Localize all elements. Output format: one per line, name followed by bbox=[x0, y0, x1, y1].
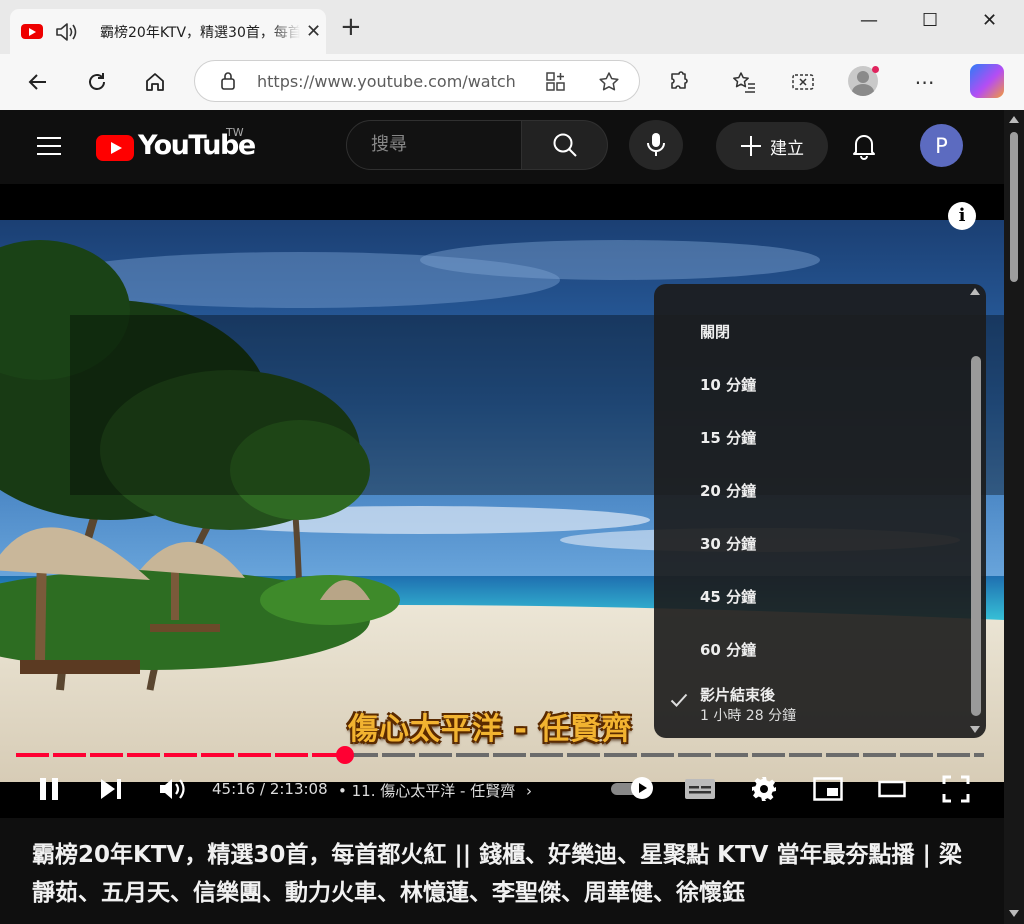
profile-notification-dot bbox=[872, 66, 879, 73]
youtube-logo-icon[interactable] bbox=[96, 135, 134, 161]
timer-option-15[interactable]: 15 分鐘 bbox=[654, 410, 974, 463]
pause-icon bbox=[40, 778, 58, 800]
option-label: 20 分鐘 bbox=[700, 482, 757, 500]
favorites-icon[interactable] bbox=[729, 67, 759, 97]
miniplayer-icon bbox=[813, 777, 843, 801]
timer-option-45[interactable]: 45 分鐘 bbox=[654, 569, 974, 622]
voice-search-button[interactable] bbox=[629, 120, 683, 170]
subtitles-button[interactable] bbox=[682, 772, 718, 806]
chapter-title[interactable]: • 11. 傷心太平洋 - 任賢齊 › bbox=[338, 780, 532, 801]
search-icon bbox=[553, 133, 577, 157]
new-tab-button[interactable]: + bbox=[340, 14, 362, 40]
close-window-button[interactable]: ✕ bbox=[982, 10, 997, 31]
option-label: 60 分鐘 bbox=[700, 641, 757, 659]
option-label: 10 分鐘 bbox=[700, 376, 757, 394]
chapter-label: • 11. 傷心太平洋 - 任賢齊 bbox=[338, 782, 516, 800]
notifications-bell-icon[interactable] bbox=[850, 132, 878, 164]
refresh-icon[interactable] bbox=[82, 67, 112, 97]
microphone-icon bbox=[647, 133, 665, 156]
url-text[interactable]: https://www.youtube.com/watch bbox=[257, 72, 527, 91]
scrubber-handle[interactable] bbox=[336, 746, 354, 764]
region-code: TW bbox=[226, 126, 244, 139]
tab-title: 霸榜20年KTV，精選30首，每首都火紅 bbox=[100, 25, 300, 41]
info-button[interactable]: i bbox=[948, 202, 976, 230]
star-icon[interactable] bbox=[597, 70, 621, 98]
checkmark-icon bbox=[670, 692, 688, 711]
option-label: 關閉 bbox=[700, 323, 731, 341]
timer-option-end-of-video[interactable]: 影片結束後 1 小時 28 分鐘 bbox=[654, 675, 974, 731]
pause-button[interactable] bbox=[32, 772, 66, 806]
scroll-down-icon[interactable] bbox=[1009, 910, 1019, 917]
timer-option-30[interactable]: 30 分鐘 bbox=[654, 516, 974, 569]
more-icon[interactable]: ⋯ bbox=[910, 67, 940, 97]
scroll-up-icon[interactable] bbox=[1009, 116, 1019, 123]
page-scrollbar[interactable] bbox=[1004, 110, 1024, 924]
back-icon[interactable] bbox=[23, 67, 53, 97]
tab-close-icon[interactable]: ✕ bbox=[306, 21, 321, 42]
menu-scroll-down-icon[interactable] bbox=[970, 726, 980, 733]
timer-option-10[interactable]: 10 分鐘 bbox=[654, 357, 974, 410]
next-icon bbox=[101, 779, 121, 799]
speaker-icon[interactable] bbox=[54, 21, 78, 47]
copilot-icon[interactable] bbox=[970, 64, 1004, 98]
time-display: 45:16 / 2:13:08 bbox=[212, 780, 328, 798]
progress-played bbox=[16, 753, 345, 757]
avatar[interactable]: P bbox=[920, 124, 963, 167]
minimize-button[interactable]: — bbox=[860, 10, 878, 31]
autoplay-toggle[interactable] bbox=[611, 777, 653, 799]
theater-icon bbox=[878, 780, 906, 798]
menu-scrollbar-thumb[interactable] bbox=[971, 356, 981, 716]
option-label: 15 分鐘 bbox=[700, 429, 757, 447]
gear-icon bbox=[752, 777, 776, 801]
option-sublabel: 1 小時 28 分鐘 bbox=[700, 708, 797, 724]
sleep-timer-menu: 關閉 10 分鐘 15 分鐘 20 分鐘 30 分鐘 45 分鐘 60 分鐘 影… bbox=[654, 284, 986, 738]
youtube-header: YouTube TW 建立 P bbox=[0, 110, 1004, 184]
search-input[interactable] bbox=[369, 133, 513, 156]
browser-titlebar: 霸榜20年KTV，精選30首，每首都火紅 ✕ + — ☐ ✕ bbox=[0, 0, 1024, 55]
extensions-icon[interactable] bbox=[664, 67, 694, 97]
browser-toolbar: https://www.youtube.com/watch ⋯ bbox=[0, 54, 1024, 110]
address-bar[interactable]: https://www.youtube.com/watch bbox=[194, 60, 640, 102]
search-button[interactable] bbox=[522, 120, 608, 170]
fullscreen-button[interactable] bbox=[938, 772, 974, 806]
create-label: 建立 bbox=[770, 138, 804, 159]
home-icon[interactable] bbox=[140, 67, 170, 97]
lyric-caption: 傷心太平洋 - 任賢齊 bbox=[348, 712, 633, 747]
video-player[interactable]: i 傷心太平洋 - 任賢齊 45:16 / 2:13:08 • 11. 傷心太平… bbox=[0, 184, 1004, 818]
progress-unplayed bbox=[345, 753, 984, 757]
youtube-favicon-icon bbox=[21, 24, 43, 39]
menu-scroll-up-icon[interactable] bbox=[970, 288, 980, 295]
apps-icon[interactable] bbox=[545, 71, 567, 97]
create-button[interactable]: 建立 bbox=[716, 122, 828, 170]
option-label: 影片結束後 bbox=[700, 686, 776, 704]
option-label: 45 分鐘 bbox=[700, 588, 757, 606]
settings-button[interactable] bbox=[746, 772, 782, 806]
miniplayer-button[interactable] bbox=[810, 772, 846, 806]
progress-bar[interactable] bbox=[16, 746, 984, 764]
volume-icon bbox=[160, 779, 185, 799]
theater-mode-button[interactable] bbox=[874, 772, 910, 806]
lock-icon[interactable] bbox=[219, 71, 237, 95]
plus-icon bbox=[741, 136, 761, 156]
chapter-arrow-icon: › bbox=[525, 782, 532, 800]
scrollbar-thumb[interactable] bbox=[1010, 132, 1018, 282]
fullscreen-icon bbox=[942, 775, 970, 803]
volume-button[interactable] bbox=[154, 772, 190, 806]
option-label: 30 分鐘 bbox=[700, 535, 757, 553]
timer-option-60[interactable]: 60 分鐘 bbox=[654, 622, 974, 675]
video-title: 霸榜20年KTV，精選30首，每首都火紅 || 錢櫃、好樂迪、星聚點 KTV 當… bbox=[32, 842, 962, 906]
timer-option-20[interactable]: 20 分鐘 bbox=[654, 463, 974, 516]
autoplay-play-icon bbox=[631, 777, 653, 799]
screenshot-icon[interactable] bbox=[788, 67, 818, 97]
search-box bbox=[346, 120, 522, 170]
browser-tab[interactable]: 霸榜20年KTV，精選30首，每首都火紅 ✕ bbox=[10, 9, 326, 55]
timer-option-off[interactable]: 關閉 bbox=[654, 304, 974, 357]
next-button[interactable] bbox=[94, 772, 128, 806]
maximize-button[interactable]: ☐ bbox=[922, 10, 938, 31]
subtitles-icon bbox=[685, 779, 715, 799]
menu-icon[interactable] bbox=[36, 135, 62, 161]
